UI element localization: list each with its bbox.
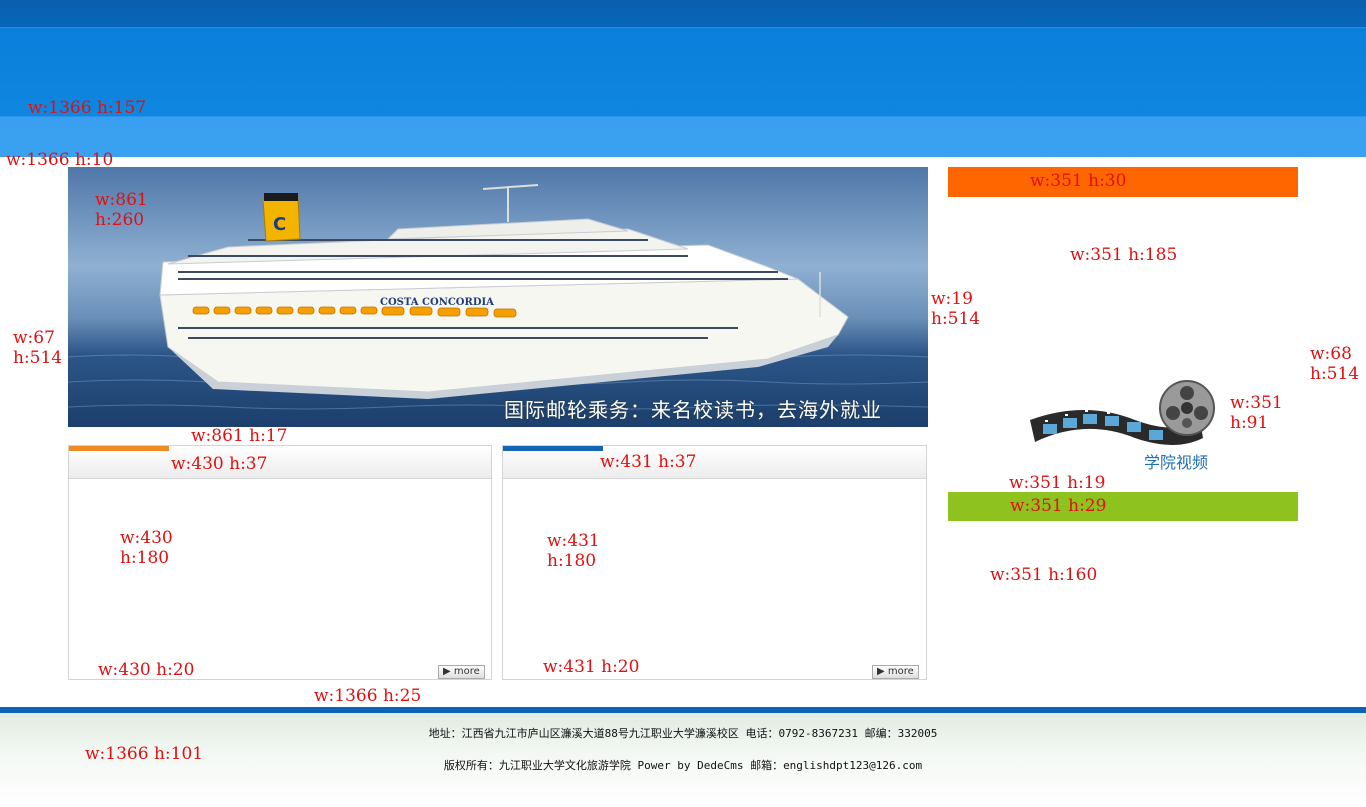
left-margin-dimension-label: w:67 h:514 [13, 328, 63, 368]
play-arrow-icon: ▶ [443, 666, 454, 677]
green-bar-dimension-label: w:351 h:29 [1010, 496, 1107, 516]
left-box-accent-tab [69, 446, 169, 451]
site-footer: 地址：江西省九江市庐山区濂溪大道88号九江职业大学濂溪校区 电话：0792-83… [0, 713, 1366, 807]
right-content-box: w:431 h:37 w:431 h:180 w:431 h:20 ▶ more [502, 445, 927, 680]
banner-spacer-dimension-label: w:861 h:17 [191, 426, 288, 446]
right-box-more-button[interactable]: ▶ more [872, 665, 919, 679]
banner-caption: 国际邮轮乘务：来名校读书，去海外就业 [504, 398, 882, 422]
left-box-footer-dimension-label: w:430 h:20 [98, 660, 195, 680]
sidebar-orange-title-bar: w:351 h:30 [948, 167, 1298, 197]
header-dimension-label: w:1366 h:157 [28, 98, 147, 118]
header-divider [0, 27, 1366, 28]
footer-dimension-label: w:1366 h:101 [85, 744, 204, 764]
sidebar-panel-dimension-label: w:351 h:185 [1070, 245, 1178, 265]
orange-bar-dimension-label: w:351 h:30 [1030, 171, 1127, 191]
sidebar-bottom-dimension-label: w:351 h:160 [990, 565, 1098, 585]
left-content-box: w:430 h:37 w:430 h:180 w:430 h:20 ▶ more [68, 445, 492, 680]
right-more-label: more [887, 666, 914, 677]
right-margin-dimension-label: w:68 h:514 [1310, 344, 1360, 384]
footer-copyright: 版权所有：九江职业大学文化旅游学院 Power by DedeCms 邮箱：en… [443, 759, 923, 772]
sidebar-spacer-dimension-label: w:351 h:19 [1009, 473, 1106, 493]
right-box-header-dimension-label: w:431 h:37 [600, 452, 697, 472]
left-box-header-dimension-label: w:430 h:37 [171, 454, 268, 474]
college-video-link[interactable]: 学院视频 [1025, 380, 1225, 472]
right-box-body-dimension-label: w:431 h:180 [547, 531, 600, 571]
video-dimension-label: w:351 h:91 [1230, 393, 1283, 433]
footer-address: 地址：江西省九江市庐山区濂溪大道88号九江职业大学濂溪校区 电话：0792-83… [428, 727, 938, 740]
right-box-accent-tab [503, 446, 603, 451]
right-box-footer-dimension-label: w:431 h:20 [543, 657, 640, 677]
ship-brand-name: COSTA CONCORDIA [380, 297, 494, 308]
left-box-body-dimension-label: w:430 h:180 [120, 528, 173, 568]
sidebar-green-title-bar: w:351 h:29 [948, 492, 1298, 521]
banner-dimension-label: w:861 h:260 [95, 190, 148, 230]
cruise-banner[interactable]: C COSTA CONCORDIA 国际邮轮乘务：来名校读书，去海外就业 w:8… [68, 167, 928, 427]
left-more-label: more [453, 666, 480, 677]
left-box-more-button[interactable]: ▶ more [438, 665, 485, 679]
play-arrow-icon: ▶ [877, 666, 888, 677]
college-video-label: 学院视频 [1144, 453, 1209, 472]
site-header [0, 0, 1366, 157]
cruise-ship-illustration: C COSTA CONCORDIA [68, 184, 928, 410]
gutter-dimension-label: w:19 h:514 [931, 289, 981, 329]
footer-gap-dimension-label: w:1366 h:25 [314, 686, 422, 706]
funnel-logo: C [273, 214, 286, 235]
